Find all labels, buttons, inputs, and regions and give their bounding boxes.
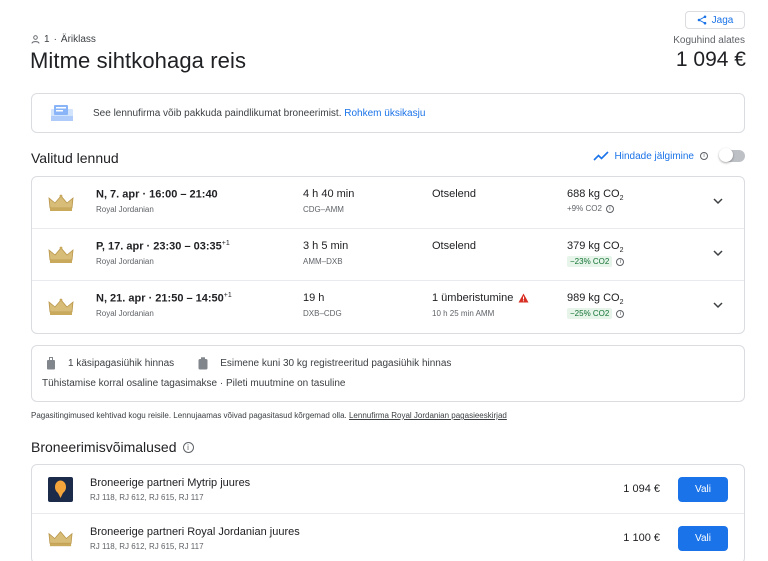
booking-option-row: Broneerige partneri Mytrip juures RJ 118…	[32, 465, 744, 514]
chevron-down-icon[interactable]	[712, 299, 724, 311]
cabin-class: Äriklass	[60, 34, 96, 45]
price-tracking-toggle[interactable]	[719, 148, 745, 162]
flight-route: CDG–AMM	[303, 205, 344, 214]
info-icon[interactable]: i	[616, 309, 625, 318]
warning-icon	[518, 293, 529, 303]
flight-row[interactable]: P, 17. apr · 23:30 – 03:35+1 Royal Jorda…	[32, 229, 744, 281]
info-icon[interactable]: i	[182, 441, 194, 453]
selected-flights-list: N, 7. apr · 16:00 – 21:40 Royal Jordania…	[31, 176, 745, 334]
co2-emission: 688 kg CO2	[567, 188, 624, 203]
co2-emission: 379 kg CO2	[567, 240, 624, 255]
mytrip-logo	[48, 477, 73, 502]
checked-bag-icon	[198, 357, 208, 370]
total-price: 1 094 €	[675, 48, 746, 71]
flight-duration: 4 h 40 min	[303, 188, 355, 200]
share-label: Jaga	[711, 14, 734, 26]
share-button[interactable]: Jaga	[685, 11, 745, 29]
flexible-booking-notice: See lennufirma võib pakkuda paindlikumat…	[31, 93, 745, 133]
flight-route: DXB–CDG	[303, 309, 342, 318]
baggage-info: 1 käsipagasiühik hinnas Esimene kuni 30 …	[31, 345, 745, 402]
price-tracking[interactable]: Hindade jälgimine i	[592, 148, 745, 162]
info-icon[interactable]: i	[700, 152, 708, 160]
trending-icon	[592, 151, 609, 161]
flight-codes: RJ 118, RJ 612, RJ 615, RJ 117	[90, 493, 204, 502]
booking-option-row: Broneerige partneri Royal Jordanian juur…	[32, 514, 744, 561]
layover-detail: 10 h 25 min AMM	[432, 309, 495, 318]
co2-difference: −25% CO2 i	[567, 308, 625, 319]
flexible-ticket-icon	[51, 105, 73, 121]
next-day-marker: +1	[221, 240, 230, 247]
co2-emission: 989 kg CO2	[567, 292, 624, 307]
next-day-marker: +1	[223, 292, 232, 299]
airline-baggage-policy-link[interactable]: Lennufirma Royal Jordanian pagasieeskirj…	[349, 411, 507, 420]
checked-bag-text: Esimene kuni 30 kg registreeritud pagasi…	[220, 358, 452, 369]
co2-difference: −23% CO2 i	[567, 256, 625, 267]
total-price-label: Koguhind alates	[673, 35, 745, 46]
airline-name: Royal Jordanian	[96, 205, 154, 214]
flight-stops: 1 ümberistumine	[432, 292, 529, 304]
airline-name: Royal Jordanian	[96, 257, 154, 266]
trip-meta: 1 · Äriklass	[31, 34, 96, 45]
partner-name: Broneerige partneri Royal Jordanian juur…	[90, 526, 300, 538]
flight-stops: Otselend	[432, 188, 477, 200]
page-title: Mitme sihtkohaga reis	[30, 48, 247, 73]
partner-price: 1 100 €	[623, 532, 660, 544]
baggage-fine-print: Pagasitingimused kehtivad kogu reisile. …	[31, 411, 507, 420]
chevron-down-icon[interactable]	[712, 195, 724, 207]
co2-difference: +9% CO2 i	[567, 204, 614, 213]
price-tracking-label: Hindade jälgimine	[614, 150, 695, 162]
flight-date-time: P, 17. apr · 23:30 – 03:35+1	[96, 240, 230, 253]
fare-rules-text: Tühistamise korral osaline tagasimakse ·…	[42, 378, 346, 389]
select-button[interactable]: Vali	[678, 477, 728, 502]
airline-name: Royal Jordanian	[96, 309, 154, 318]
royal-jordanian-logo	[48, 531, 73, 547]
info-icon[interactable]: i	[605, 204, 614, 213]
partner-price: 1 094 €	[623, 483, 660, 495]
booking-options-heading: Broneerimisvõimalused i	[31, 439, 194, 455]
passenger-count: 1	[44, 34, 50, 45]
carry-on-bag-icon	[47, 357, 55, 370]
royal-jordanian-logo	[48, 298, 74, 315]
flight-route: AMM–DXB	[303, 257, 343, 266]
booking-options-list: Broneerige partneri Mytrip juures RJ 118…	[31, 464, 745, 561]
flight-duration: 19 h	[303, 292, 325, 304]
flight-row[interactable]: N, 7. apr · 16:00 – 21:40 Royal Jordania…	[32, 177, 744, 229]
chevron-down-icon[interactable]	[712, 247, 724, 259]
partner-name: Broneerige partneri Mytrip juures	[90, 477, 251, 489]
share-icon	[697, 15, 706, 25]
notice-text: See lennufirma võib pakkuda paindlikumat…	[93, 107, 342, 119]
flight-duration: 3 h 5 min	[303, 240, 349, 252]
notice-details-link[interactable]: Rohkem üksikasju	[344, 108, 425, 119]
separator-dot: ·	[53, 34, 57, 45]
person-icon	[31, 35, 40, 44]
flight-stops: Otselend	[432, 240, 477, 252]
royal-jordanian-logo	[48, 194, 74, 211]
selected-flights-heading: Valitud lennud	[31, 150, 119, 166]
flight-date-time: N, 7. apr · 16:00 – 21:40	[96, 188, 218, 201]
flight-date-time: N, 21. apr · 21:50 – 14:50+1	[96, 292, 232, 305]
flight-row[interactable]: N, 21. apr · 21:50 – 14:50+1 Royal Jorda…	[32, 281, 744, 333]
info-icon[interactable]: i	[616, 257, 625, 266]
flight-codes: RJ 118, RJ 612, RJ 615, RJ 117	[90, 542, 204, 551]
carry-on-text: 1 käsipagasiühik hinnas	[68, 358, 175, 369]
royal-jordanian-logo	[48, 246, 74, 263]
select-button[interactable]: Vali	[678, 526, 728, 551]
